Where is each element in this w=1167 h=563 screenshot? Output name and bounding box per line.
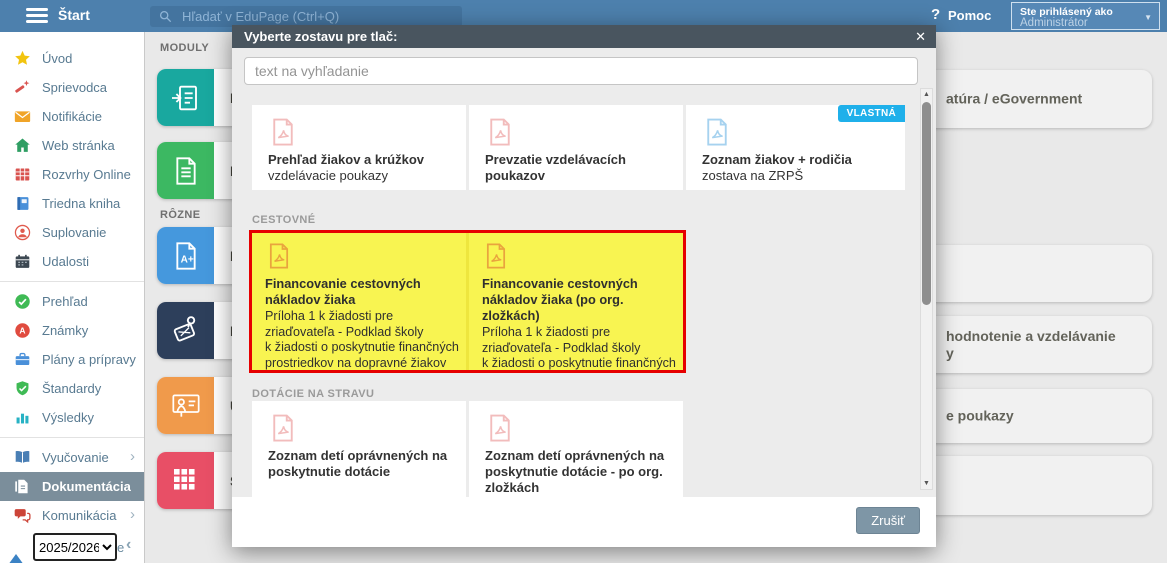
modal-footer: Zrušiť (232, 497, 936, 547)
sidebar: Úvod Sprievodca Notifikácie Web stránka … (0, 32, 145, 563)
section-label-dotacie: DOTÁCIE NA STRAVU (252, 388, 374, 400)
bar-chart-icon (14, 409, 31, 426)
chat-bubbles-icon (14, 507, 31, 524)
section-label-cestovne: CESTOVNÉ (252, 214, 316, 226)
pdf-icon (265, 242, 293, 270)
sidebar-footer: e ‹ 2025/2026 (0, 531, 144, 563)
grade-circle-icon: A (14, 322, 31, 339)
inventory-document-icon (170, 155, 202, 187)
collapse-sidebar-icon[interactable]: ‹ (126, 536, 131, 554)
svg-text:A: A (19, 326, 25, 336)
cancel-button[interactable]: Zrušiť (856, 507, 920, 534)
module-icon-tile (157, 452, 214, 509)
a-plus-page-icon: A+ (170, 240, 202, 272)
report-tile-prevzatie-poukazov[interactable]: Prevzatie vzdelávacích poukazov (469, 105, 683, 190)
sidebar-item-prehlad[interactable]: Prehľad (0, 287, 144, 316)
shield-check-icon (14, 380, 31, 397)
edupage-screen: Štart ? Pomoc Ste prihlásený ako Adminis… (0, 0, 1167, 563)
module-icon-tile (157, 142, 214, 199)
modal-header: Vyberte zostavu pre tlač: ✕ (232, 25, 936, 48)
svg-text:A+: A+ (180, 254, 193, 265)
clipped-label-fragment: e (117, 540, 124, 555)
sidebar-item-suplovanie[interactable]: Suplovanie (0, 218, 144, 247)
pdf-icon (268, 413, 298, 443)
pdf-icon (485, 117, 515, 147)
clipped-logo-fragment (8, 554, 24, 563)
section-label-rozne: RÔZNE (160, 209, 201, 221)
report-tile-financovanie-cestovnych-org[interactable]: Financovanie cestovných nákladov žiaka (… (469, 233, 683, 370)
module-icon-tile: A+ (157, 227, 214, 284)
sidebar-item-web-stranka[interactable]: Web stránka (0, 131, 144, 160)
check-circle-icon (14, 293, 31, 310)
enrollment-form-icon (170, 82, 202, 114)
search-icon (159, 10, 172, 23)
print-report-modal: Vyberte zostavu pre tlač: ✕ Prehľad žiak… (232, 25, 936, 547)
sidebar-item-dokumentacia[interactable]: Dokumentácia › (0, 472, 145, 501)
report-tile-zoznam-ziakov-rodicia[interactable]: VLASTNÁ Zoznam žiakov + rodičia zostava … (686, 105, 905, 190)
sidebar-item-triedna-kniha[interactable]: Triedna kniha (0, 189, 144, 218)
magic-wand-icon (14, 79, 31, 96)
sidebar-item-plany-a-pripravy[interactable]: Plány a prípravy (0, 345, 144, 374)
menu-icon[interactable] (26, 8, 48, 24)
module-icon-tile (157, 377, 214, 434)
sidebar-item-znamky[interactable]: A Známky (0, 316, 144, 345)
global-search-input[interactable] (180, 8, 434, 25)
envelope-icon (14, 108, 31, 125)
module-icon-tile (157, 302, 214, 359)
pdf-icon (702, 117, 732, 147)
report-search-input[interactable] (244, 57, 918, 85)
sidebar-item-rozvrhy-online[interactable]: Rozvrhy Online (0, 160, 144, 189)
start-button[interactable]: Štart (58, 7, 90, 23)
session-role: Administrátor (1020, 17, 1088, 29)
sidebar-item-sprievodca[interactable]: Sprievodca (0, 73, 144, 102)
stamp-icon (170, 315, 202, 347)
book-icon (14, 195, 31, 212)
teacher-board-icon (170, 390, 202, 422)
calendar-icon (14, 253, 31, 270)
pdf-icon (485, 413, 515, 443)
scroll-down-icon[interactable]: ▼ (921, 478, 932, 489)
report-tile-dotacie-org[interactable]: Zoznam detí oprávnených na poskytnutie d… (469, 401, 683, 497)
sidebar-divider (0, 281, 144, 282)
help-button[interactable]: Pomoc (948, 8, 991, 23)
modal-title: Vyberte zostavu pre tlač: (244, 29, 397, 44)
module-icon-tile (157, 69, 214, 126)
session-role-switcher[interactable]: Ste prihlásený ako Administrátor ▼ (1011, 2, 1160, 30)
sidebar-item-notifikacie[interactable]: Notifikácie (0, 102, 144, 131)
modal-scrollbar[interactable]: ▲ ▼ (920, 88, 933, 490)
report-tile-dotacie[interactable]: Zoznam detí oprávnených na poskytnutie d… (252, 401, 466, 497)
open-book-icon (14, 449, 31, 466)
school-year-select[interactable]: 2025/2026 (33, 533, 117, 561)
document-icon (14, 478, 31, 495)
timetable-icon (14, 166, 31, 183)
report-tile-prehlad-ziakov[interactable]: Prehľad žiakov a krúžkov vzdelávacie pou… (252, 105, 466, 190)
home-icon (14, 137, 31, 154)
report-tile-financovanie-cestovnych[interactable]: Financovanie cestovných nákladov žiaka P… (252, 233, 466, 370)
sidebar-item-komunikacia[interactable]: Komunikácia › (0, 501, 144, 530)
pdf-icon (268, 117, 298, 147)
chevron-right-icon: › (130, 506, 135, 523)
chevron-down-icon: ▼ (1144, 13, 1152, 22)
scrollbar-thumb[interactable] (922, 102, 931, 305)
chevron-right-icon: › (130, 448, 135, 465)
close-icon[interactable]: ✕ (915, 29, 926, 45)
sidebar-item-udalosti[interactable]: Udalosti (0, 247, 144, 276)
help-icon[interactable]: ? (931, 6, 940, 23)
sidebar-item-uvod[interactable]: Úvod (0, 44, 144, 73)
pdf-icon (482, 242, 510, 270)
modal-body: Prehľad žiakov a krúžkov vzdelávacie pou… (232, 48, 936, 497)
sidebar-divider (0, 437, 144, 438)
highlighted-report-group: Financovanie cestovných nákladov žiaka P… (249, 230, 686, 373)
star-icon (14, 50, 31, 67)
sidebar-item-vysledky[interactable]: Výsledky (0, 403, 144, 432)
grid-table-icon (170, 465, 202, 497)
briefcase-icon (14, 351, 31, 368)
global-search[interactable] (150, 6, 462, 27)
section-label-moduly: MODULY (160, 42, 209, 54)
person-circle-icon (14, 224, 31, 241)
sidebar-item-vyucovanie[interactable]: Vyučovanie › (0, 443, 144, 472)
sidebar-item-standardy[interactable]: Štandardy (0, 374, 144, 403)
scroll-up-icon[interactable]: ▲ (921, 89, 932, 100)
custom-report-badge: VLASTNÁ (838, 105, 905, 122)
